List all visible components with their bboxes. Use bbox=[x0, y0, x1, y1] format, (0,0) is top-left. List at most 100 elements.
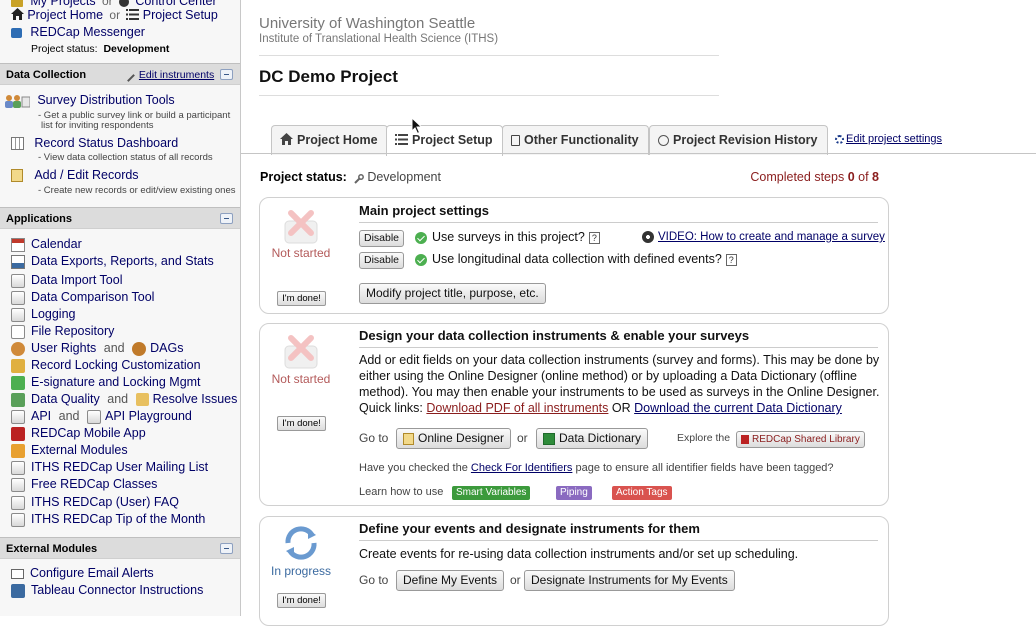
sidebar-item-faq[interactable]: ITHS REDCap (User) FAQ bbox=[11, 495, 179, 510]
survey-distribution-item[interactable]: Survey Distribution Tools bbox=[4, 93, 175, 108]
im-done-button[interactable]: I'm done! bbox=[277, 416, 326, 431]
dags-link[interactable]: DAGs bbox=[150, 341, 183, 355]
record-status-item[interactable]: Record Status Dashboard bbox=[11, 136, 178, 151]
api-playground-icon bbox=[86, 409, 101, 424]
sidebar-item-data-comparison[interactable]: Data Comparison Tool bbox=[11, 290, 154, 305]
file-repository-link[interactable]: File Repository bbox=[31, 324, 114, 338]
mobile-app-link[interactable]: REDCap Mobile App bbox=[31, 426, 146, 440]
add-edit-records-link[interactable]: Add / Edit Records bbox=[34, 168, 138, 182]
smart-variables-tag[interactable]: Smart Variables bbox=[452, 486, 531, 500]
data-dictionary-button[interactable]: Data Dictionary bbox=[536, 428, 649, 449]
disable-surveys-button[interactable]: Disable bbox=[359, 230, 405, 247]
step-title: Main project settings bbox=[359, 203, 490, 218]
check-identifiers-link[interactable]: Check For Identifiers bbox=[471, 462, 572, 474]
video-link[interactable]: VIDEO: How to create and manage a survey bbox=[658, 231, 885, 243]
collapse-external-modules-button[interactable] bbox=[220, 543, 233, 554]
sidebar-item-external-modules[interactable]: External Modules bbox=[11, 443, 128, 458]
sidebar-item-record-locking[interactable]: Record Locking Customization bbox=[11, 358, 201, 373]
edit-settings-wrap: Edit project settings bbox=[835, 133, 942, 145]
online-designer-button[interactable]: Online Designer bbox=[396, 428, 512, 449]
record-edit-icon bbox=[11, 169, 23, 183]
data-comparison-link[interactable]: Data Comparison Tool bbox=[31, 290, 154, 304]
disable-longitudinal-button[interactable]: Disable bbox=[359, 252, 405, 269]
longitudinal-option-text: Use longitudinal data collection with de… bbox=[432, 252, 722, 266]
tip-of-month-link[interactable]: ITHS REDCap Tip of the Month bbox=[31, 512, 205, 526]
piping-tag[interactable]: Piping bbox=[556, 486, 592, 500]
or-text: or bbox=[109, 8, 121, 22]
sidebar-item-mobile-app[interactable]: REDCap Mobile App bbox=[11, 426, 146, 441]
people-icon bbox=[4, 94, 31, 108]
esignature-link[interactable]: E-signature and Locking Mgmt bbox=[31, 375, 201, 389]
redcap-messenger-link[interactable]: REDCap Messenger bbox=[30, 25, 145, 39]
envelope-icon bbox=[11, 568, 24, 579]
tab-project-home[interactable]: Project Home bbox=[271, 125, 388, 155]
add-edit-records-item[interactable]: Add / Edit Records bbox=[11, 168, 139, 183]
check-identifiers-row: Have you checked the Check For Identifie… bbox=[359, 462, 834, 474]
record-status-sub: - View data collection status of all rec… bbox=[38, 152, 213, 163]
sidebar-item-free-classes[interactable]: Free REDCap Classes bbox=[11, 477, 157, 492]
and-text: and bbox=[58, 409, 80, 423]
step-title: Design your data collection instruments … bbox=[359, 328, 750, 343]
tab-other-functionality[interactable]: Other Functionality bbox=[502, 125, 649, 155]
free-classes-link[interactable]: Free REDCap Classes bbox=[31, 477, 157, 491]
tab-revision-history[interactable]: Project Revision History bbox=[649, 125, 828, 155]
sidebar-item-email-alerts[interactable]: Configure Email Alerts bbox=[11, 566, 154, 580]
designate-instruments-button[interactable]: Designate Instruments for My Events bbox=[524, 570, 735, 591]
institute-name: Institute of Translational Health Scienc… bbox=[259, 33, 499, 45]
project-setup-link[interactable]: Project Setup bbox=[143, 8, 218, 22]
sidebar-item-mailing-list[interactable]: ITHS REDCap User Mailing List bbox=[11, 460, 208, 475]
sidebar-item-tip-of-month[interactable]: ITHS REDCap Tip of the Month bbox=[11, 512, 205, 527]
user-rights-link[interactable]: User Rights bbox=[31, 341, 96, 355]
im-done-button[interactable]: I'm done! bbox=[277, 593, 326, 608]
faq-link[interactable]: ITHS REDCap (User) FAQ bbox=[31, 495, 179, 509]
sidebar-item-calendar[interactable]: Calendar bbox=[11, 237, 82, 252]
logging-link[interactable]: Logging bbox=[31, 307, 76, 321]
my-projects-link[interactable]: My Projects bbox=[30, 0, 95, 8]
calendar-link[interactable]: Calendar bbox=[31, 237, 82, 251]
shared-library-button[interactable]: REDCap Shared Library bbox=[736, 431, 865, 448]
control-center-link[interactable]: Control Center bbox=[135, 0, 216, 8]
design-desc-line3: method). You may then enable your instru… bbox=[359, 385, 880, 399]
help-icon[interactable]: ? bbox=[725, 253, 737, 266]
record-locking-link[interactable]: Record Locking Customization bbox=[31, 358, 201, 372]
sidebar-item-tableau[interactable]: Tableau Connector Instructions bbox=[11, 583, 203, 598]
email-alerts-link[interactable]: Configure Email Alerts bbox=[30, 566, 154, 580]
mailing-list-link[interactable]: ITHS REDCap User Mailing List bbox=[31, 460, 208, 474]
sidebar-item-file-repository[interactable]: File Repository bbox=[11, 324, 114, 339]
download-data-dictionary-link[interactable]: Download the current Data Dictionary bbox=[634, 401, 842, 415]
edit-project-settings-link[interactable]: Edit project settings bbox=[846, 133, 942, 145]
collapse-data-collection-button[interactable] bbox=[220, 69, 233, 80]
download-pdf-link[interactable]: Download PDF of all instruments bbox=[426, 401, 608, 415]
tableau-link[interactable]: Tableau Connector Instructions bbox=[31, 583, 203, 597]
book-icon bbox=[741, 434, 749, 444]
left-sidebar: My Projects or Control Center Project Ho… bbox=[0, 0, 241, 616]
data-exports-link[interactable]: Data Exports, Reports, and Stats bbox=[31, 254, 214, 268]
chat-icon bbox=[11, 27, 22, 38]
help-icon[interactable]: ? bbox=[588, 231, 600, 244]
modify-project-button[interactable]: Modify project title, purpose, etc. bbox=[359, 283, 546, 304]
data-import-link[interactable]: Data Import Tool bbox=[31, 273, 122, 287]
step-define-events: In progress I'm done! Define your events… bbox=[259, 516, 889, 626]
edit-instruments-link[interactable]: Edit instruments bbox=[139, 69, 214, 81]
action-tags-tag[interactable]: Action Tags bbox=[612, 486, 672, 500]
sidebar-item-data-exports[interactable]: Data Exports, Reports, and Stats bbox=[11, 254, 214, 269]
sidebar-item-esignature[interactable]: E-signature and Locking Mgmt bbox=[11, 375, 201, 390]
not-started-icon bbox=[281, 209, 321, 248]
sidebar-item-logging[interactable]: Logging bbox=[11, 307, 76, 322]
online-designer-label: Online Designer bbox=[418, 431, 505, 445]
project-home-link[interactable]: Project Home bbox=[27, 8, 103, 22]
link-icon bbox=[11, 495, 25, 510]
api-playground-link[interactable]: API Playground bbox=[105, 409, 192, 423]
events-desc: Create events for re-using data collecti… bbox=[359, 547, 799, 561]
collapse-applications-button[interactable] bbox=[220, 213, 233, 224]
record-status-dashboard-link[interactable]: Record Status Dashboard bbox=[34, 136, 178, 150]
im-done-button[interactable]: I'm done! bbox=[277, 291, 326, 306]
define-events-button[interactable]: Define My Events bbox=[396, 570, 505, 591]
tab-project-setup[interactable]: Project Setup bbox=[386, 125, 503, 156]
data-quality-link[interactable]: Data Quality bbox=[31, 392, 100, 406]
sidebar-item-data-import[interactable]: Data Import Tool bbox=[11, 273, 122, 288]
api-link[interactable]: API bbox=[31, 409, 51, 423]
resolve-issues-link[interactable]: Resolve Issues bbox=[153, 392, 238, 406]
survey-distribution-link[interactable]: Survey Distribution Tools bbox=[37, 93, 174, 107]
external-modules-link[interactable]: External Modules bbox=[31, 443, 128, 457]
